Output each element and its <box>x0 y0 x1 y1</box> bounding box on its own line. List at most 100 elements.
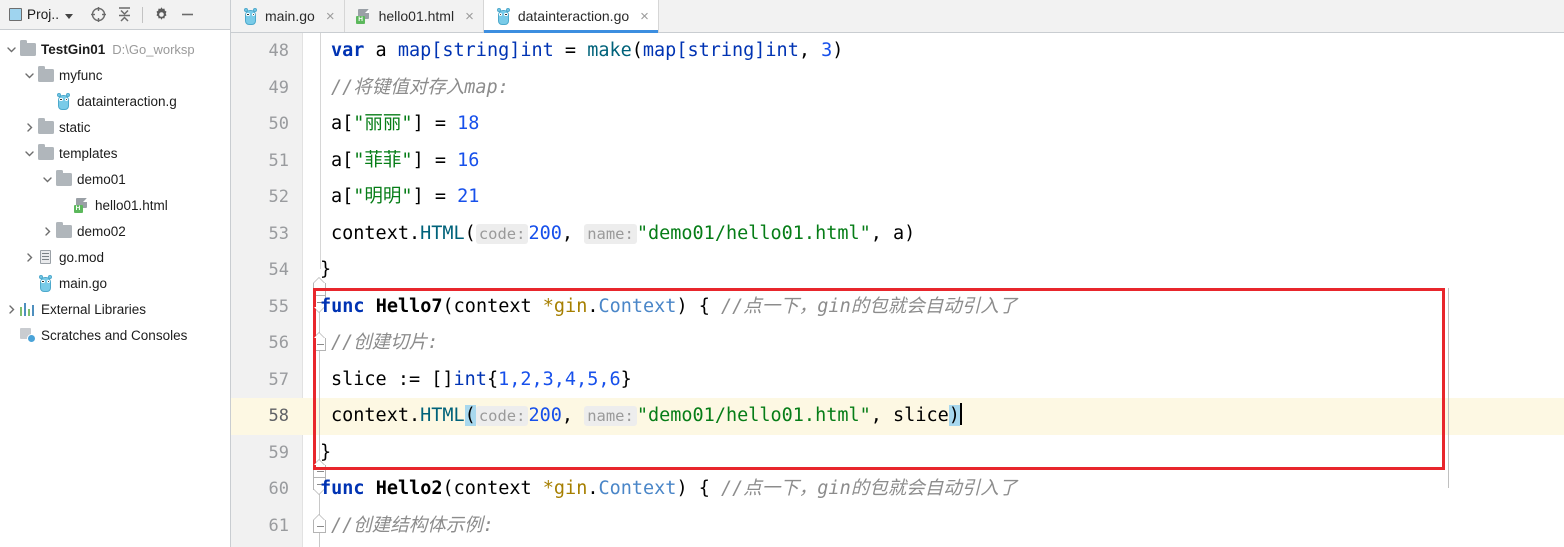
line-number-57: 57 <box>268 369 289 390</box>
line-number-55: 55 <box>268 296 289 317</box>
token-param: context <box>453 478 543 499</box>
folder-icon <box>37 143 54 162</box>
token-number-list: 1,2,3,4,5,6 <box>498 368 621 390</box>
token-dot: . <box>587 478 599 499</box>
tree-expand-arrow[interactable] <box>4 322 19 348</box>
tree-item-testgin01[interactable]: TestGin01 D:\Go_worksp <box>0 36 230 62</box>
tree-expand-arrow[interactable] <box>40 166 55 192</box>
token-string: "丽丽" <box>353 113 413 134</box>
code-line-53: context.HTML(code: 200, name: "demo01/hell… <box>331 216 1564 253</box>
param-hint-code: code: <box>475 406 529 426</box>
code-editor[interactable]: 48 49 50 51 52 53 54 55 56 57 58 59 60 61 var a map[s… <box>231 33 1564 547</box>
token-number: 18 <box>457 113 480 134</box>
tree-item-scratches-and-consoles[interactable]: Scratches and Consoles <box>0 322 230 348</box>
token-dot: . <box>587 295 599 317</box>
code-line-52: a["明明"] = 21 <box>331 179 1564 216</box>
token-type: Context <box>598 295 677 317</box>
tree-item-go-mod[interactable]: go.mod <box>0 244 230 270</box>
tree-expand-arrow[interactable] <box>22 270 37 296</box>
token-paren: ) <box>832 40 844 61</box>
tree-item-datainteraction-g[interactable]: datainteraction.g <box>0 88 230 114</box>
fold-marker-end[interactable] <box>313 514 326 533</box>
token-paren: ( <box>631 40 643 61</box>
text-cursor <box>959 403 962 425</box>
param-hint-name: name: <box>584 406 637 426</box>
line-number-52: 52 <box>268 187 289 207</box>
token-string: "demo01/hello01.html" <box>636 405 871 426</box>
tree-expand-arrow[interactable] <box>22 114 37 140</box>
token-plain: , slice <box>870 405 949 426</box>
code-line-56: //创建切片: <box>331 325 1564 362</box>
token-plain: = <box>553 40 588 61</box>
line-number-53: 53 <box>268 223 289 244</box>
project-tree[interactable]: TestGin01 D:\Go_workspmyfunc datainteracti… <box>0 31 230 547</box>
line-number-51: 51 <box>268 150 289 171</box>
tree-item-label: go.mod <box>59 249 105 265</box>
line-number-58: 58 <box>268 406 289 426</box>
token-keyword: func <box>320 478 365 499</box>
param-hint-name: name: <box>584 223 637 244</box>
locate-icon[interactable] <box>85 3 111 27</box>
tab-close-icon[interactable]: × <box>326 9 335 24</box>
tab-close-icon[interactable]: × <box>465 9 474 24</box>
code-line-51: a["菲菲"] = 16 <box>331 143 1564 180</box>
project-view-selector[interactable]: Proj.. <box>7 4 75 26</box>
folder-icon <box>37 117 54 136</box>
token-paren: ( <box>442 478 454 499</box>
tree-item-label: myfunc <box>59 67 103 83</box>
token-comment: //点一下，gin的包就会自动引入了 <box>721 295 1018 317</box>
project-view-icon <box>9 8 22 21</box>
tree-item-demo02[interactable]: demo02 <box>0 218 230 244</box>
html-icon: H <box>73 197 90 214</box>
settings-gear-icon[interactable] <box>148 3 174 27</box>
fold-marker-end[interactable] <box>313 332 326 351</box>
tree-item-external-libraries[interactable]: External Libraries <box>0 296 230 322</box>
token-number: 3 <box>821 40 833 61</box>
token-plain: a[ <box>331 186 354 207</box>
token-comment: //创建切片: <box>331 332 439 353</box>
tree-expand-arrow[interactable] <box>22 62 37 88</box>
token-paren-highlight: ( <box>464 405 476 426</box>
tree-item-label: demo01 <box>77 171 126 187</box>
code-line-61: //创建结构体示例: <box>331 508 1564 545</box>
folder-icon <box>55 221 72 240</box>
token-plain: context <box>331 405 409 426</box>
token-keyword: var <box>331 40 365 61</box>
tab-close-icon[interactable]: × <box>640 9 649 24</box>
token-plain: , <box>561 405 585 426</box>
hide-panel-icon[interactable] <box>174 3 200 27</box>
token-paren: ( <box>464 222 476 244</box>
token-param: context <box>453 295 543 317</box>
tree-item-path: D:\Go_worksp <box>112 41 195 57</box>
tree-item-hello01-html[interactable]: Hhello01.html <box>0 192 230 218</box>
tree-expand-arrow[interactable] <box>22 140 37 166</box>
editor-tab-hello01-html[interactable]: Hhello01.html × <box>344 0 484 32</box>
tree-expand-arrow[interactable] <box>22 244 37 270</box>
tree-item-main-go[interactable]: main.go <box>0 270 230 296</box>
editor-tab-datainteraction-go[interactable]: datainteraction.go × <box>483 0 659 33</box>
token-number: 200 <box>528 405 562 426</box>
token-plain: , <box>798 40 822 61</box>
line-number-49: 49 <box>268 77 289 98</box>
token-function: make <box>587 40 632 61</box>
tree-item-myfunc[interactable]: myfunc <box>0 62 230 88</box>
tab-label: datainteraction.go <box>517 8 630 24</box>
token-plain: ) { <box>676 478 722 499</box>
code-line-54: } <box>320 252 1564 289</box>
editor-tab-main-go[interactable]: main.go × <box>231 0 345 32</box>
go-icon <box>37 274 54 292</box>
tree-expand-arrow[interactable] <box>4 36 19 62</box>
chevron-down-icon <box>65 13 74 19</box>
token-comment: //创建结构体示例: <box>331 514 494 536</box>
tree-item-static[interactable]: static <box>0 114 230 140</box>
tree-expand-arrow[interactable] <box>4 296 19 322</box>
token-method: HTML <box>420 405 465 426</box>
collapse-all-icon[interactable] <box>111 3 137 27</box>
tree-expand-arrow[interactable] <box>40 218 55 244</box>
tree-item-demo01[interactable]: demo01 <box>0 166 230 192</box>
tree-expand-arrow[interactable] <box>58 192 73 218</box>
project-panel-toolbar: Proj.. <box>0 0 230 30</box>
tree-item-templates[interactable]: templates <box>0 140 230 166</box>
token-brace: } <box>620 368 632 390</box>
tree-expand-arrow[interactable] <box>40 88 55 114</box>
